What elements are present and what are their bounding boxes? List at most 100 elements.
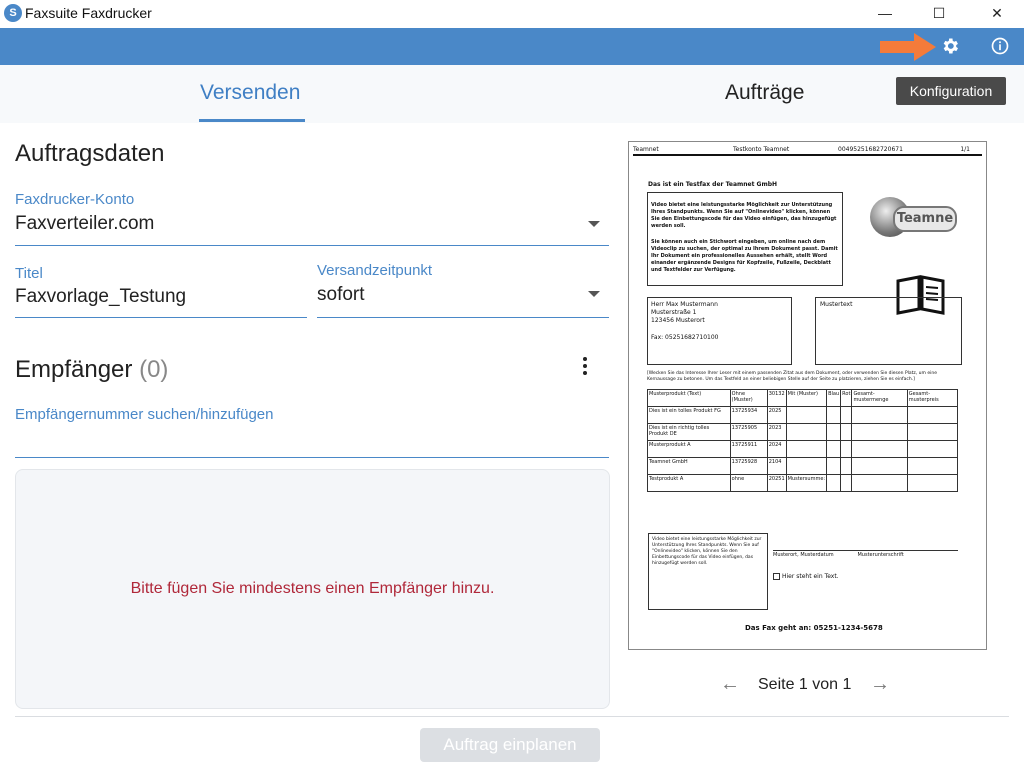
recipients-heading-label: Empfänger <box>15 356 133 383</box>
page-indicator: Seite 1 von 1 <box>758 676 852 693</box>
preview-logo-text: Teamne <box>893 206 957 232</box>
preview-signature-caption: Musterort, Musterdatum Musterunterschrif… <box>773 552 904 558</box>
tab-bar: Versenden Aufträge <box>0 65 1024 123</box>
table-cell <box>851 457 908 475</box>
table-row: Musterprodukt (Text) Ohne (Muster) 30132… <box>647 389 959 407</box>
table-cell <box>906 406 959 424</box>
table-cell <box>785 440 828 458</box>
section-heading-job: Auftragsdaten <box>15 140 165 167</box>
tab-auftraege[interactable]: Aufträge <box>725 81 804 105</box>
schedule-job-button[interactable]: Auftrag einplanen <box>420 728 600 762</box>
table-cell: Blau <box>826 389 842 407</box>
send-time-select[interactable]: sofort <box>317 284 365 306</box>
tab-versenden[interactable]: Versenden <box>200 81 300 105</box>
table-cell: Ohne (Muster) <box>729 389 768 407</box>
table-cell <box>826 457 842 475</box>
preview-address-3: 123456 Musterort <box>651 317 705 324</box>
table-cell <box>840 423 853 441</box>
title-input[interactable]: Faxvorlage_Testung <box>15 286 186 308</box>
table-cell: Mit (Muster) <box>785 389 828 407</box>
minimize-button[interactable]: — <box>862 0 908 28</box>
recipient-search-input[interactable]: Empfängernummer suchen/hinzufügen <box>15 406 274 423</box>
table-cell <box>785 423 828 441</box>
preview-note: [Wecken Sie das Interesse Ihrer Leser mi… <box>647 371 937 382</box>
chevron-down-icon[interactable] <box>588 291 600 297</box>
table-cell <box>906 440 959 458</box>
table-cell <box>851 406 908 424</box>
preview-address-4: Fax: 05251682710100 <box>651 334 719 341</box>
table-cell <box>851 440 908 458</box>
preview-checkbox-text: Hier steht ein Text. <box>782 573 839 580</box>
table-cell <box>906 457 959 475</box>
account-select[interactable]: Faxverteiler.com <box>15 213 154 235</box>
table-cell <box>840 406 853 424</box>
preview-address-1: Herr Max Mustermann <box>651 301 718 308</box>
title-bar: S Faxsuite Faxdrucker — ☐ ✕ <box>0 0 1024 28</box>
table-cell <box>826 406 842 424</box>
chevron-down-icon[interactable] <box>588 221 600 227</box>
table-cell: Testprodukt A <box>647 474 731 492</box>
table-cell <box>785 406 828 424</box>
highlight-arrow-icon <box>880 33 936 61</box>
table-cell: 13725911 <box>729 440 768 458</box>
table-cell: Gesamt-mustermenge <box>851 389 908 407</box>
preview-fax-to: Das Fax geht an: 05251-1234-5678 <box>745 624 883 632</box>
table-cell <box>906 474 959 492</box>
table-cell: Mustersumme: <box>785 474 828 492</box>
arrow-left-icon[interactable]: ← <box>720 673 740 696</box>
table-cell: 13725928 <box>729 457 768 475</box>
table-cell: Musterprodukt (Text) <box>647 389 731 407</box>
table-cell <box>826 440 842 458</box>
recipient-list: Bitte fügen Sie mindestens einen Empfäng… <box>15 469 610 709</box>
send-time-underline <box>317 317 609 318</box>
preview-headline: Das ist ein Testfax der Teamnet GmbH <box>648 181 778 188</box>
maximize-button[interactable]: ☐ <box>916 0 962 28</box>
close-button[interactable]: ✕ <box>974 0 1020 28</box>
preview-page: 1/1 <box>960 146 970 153</box>
toolbar <box>0 28 1024 65</box>
arrow-right-icon[interactable]: → <box>870 673 890 696</box>
table-cell: 30132 <box>766 389 787 407</box>
table-row: Dies ist ein tolles Produkt FG 13725934 … <box>647 406 959 424</box>
table-cell: Rot <box>840 389 853 407</box>
empty-recipients-message: Bitte fügen Sie mindestens einen Empfäng… <box>130 580 495 597</box>
preview-sender: Teamnet <box>633 146 659 153</box>
recipients-count: (0) <box>139 356 169 383</box>
configuration-tooltip: Konfiguration <box>896 77 1006 105</box>
table-cell: 2023 <box>766 423 787 441</box>
preview-account: Testkonto Teamnet <box>733 146 790 153</box>
preview-address-2: Musterstraße 1 <box>651 309 697 316</box>
preview-checkbox <box>773 573 780 580</box>
info-icon[interactable] <box>990 36 1010 56</box>
table-cell <box>840 440 853 458</box>
preview-bottom-text: Video bietet eine leistungsstarke Möglic… <box>652 537 762 566</box>
fax-preview: Teamnet Testkonto Teamnet 00495251682720… <box>628 141 987 650</box>
table-cell <box>840 474 853 492</box>
table-cell: ohne <box>729 474 768 492</box>
account-label: Faxdrucker-Konto <box>15 191 135 208</box>
table-cell: Dies ist ein tolles Produkt FG <box>647 406 731 424</box>
preview-intro-p2: Sie können auch ein Stichwort eingeben, … <box>651 239 838 273</box>
preview-number: 00495251682720671 <box>838 146 903 153</box>
table-cell: 2025 <box>766 406 787 424</box>
gear-icon[interactable] <box>940 36 960 56</box>
table-row: Dies ist ein richtig tolles Produkt DE 1… <box>647 423 959 441</box>
table-cell <box>906 423 959 441</box>
more-options-icon[interactable] <box>580 357 590 381</box>
table-cell: 2104 <box>766 457 787 475</box>
active-tab-indicator <box>199 119 305 122</box>
app-icon: S <box>4 4 22 22</box>
preview-intro-p1: Video bietet eine leistungsstarke Möglic… <box>651 202 837 229</box>
table-row: Teamnet GmbH 13725928 2104 <box>647 457 959 475</box>
preview-header: Teamnet Testkonto Teamnet 00495251682720… <box>633 146 982 156</box>
page-navigation: ← Seite 1 von 1 → <box>720 673 895 697</box>
title-underline <box>15 317 307 318</box>
preview-musterbox-text: Mustertext <box>820 301 853 308</box>
table-cell <box>851 423 908 441</box>
table-row: Musterprodukt A 13725911 2024 <box>647 440 959 458</box>
footer-divider <box>15 716 1009 717</box>
table-cell: Dies ist ein richtig tolles Produkt DE <box>647 423 731 441</box>
table-cell <box>826 423 842 441</box>
preview-signature-line <box>773 550 958 551</box>
table-cell <box>785 457 828 475</box>
